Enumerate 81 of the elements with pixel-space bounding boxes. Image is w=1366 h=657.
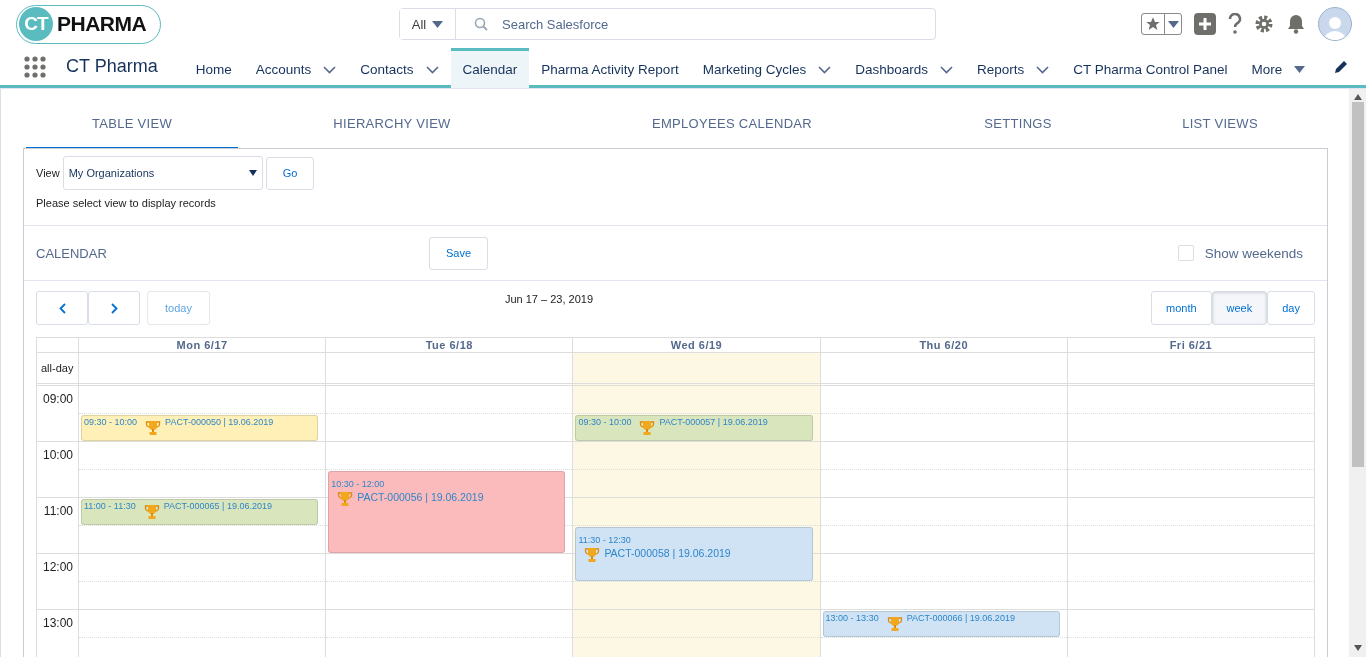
chevron-down-icon — [1036, 65, 1050, 74]
event-time: 09:30 - 10:00 — [84, 417, 138, 427]
calendar-event[interactable]: 13:00 - 13:30 PACT-000066 | 19.06.2019 — [822, 611, 1060, 637]
hour-label: 10:00 — [41, 447, 74, 462]
calendar-event[interactable]: 11:30 - 12:30 PACT-000058 | 19.06.2019 — [575, 527, 813, 581]
scrollbar-thumb[interactable] — [1351, 102, 1364, 467]
nav-tab[interactable]: More — [1239, 48, 1316, 88]
event-time: 11:00 - 11:30 — [84, 501, 136, 511]
show-weekends-checkbox[interactable] — [1177, 245, 1194, 261]
trophy-icon — [143, 504, 160, 520]
go-button[interactable]: Go — [265, 156, 315, 190]
app-launcher-icon[interactable] — [24, 55, 46, 78]
chevron-down-icon — [323, 65, 337, 74]
event-title: PACT-000058 | 19.06.2019 — [604, 547, 731, 559]
nav-tab[interactable]: Dashboards — [843, 48, 965, 88]
nav-tab[interactable]: Marketing Cycles — [690, 48, 844, 88]
trophy-icon — [145, 420, 162, 436]
caret-down-icon — [248, 170, 257, 176]
all-day-label: all-day — [37, 353, 79, 386]
chevron-down-icon — [818, 65, 832, 74]
scroll-up-icon[interactable] — [1353, 94, 1362, 100]
nav-tab[interactable]: Contacts — [348, 48, 451, 88]
view-tab[interactable]: TABLE VIEW — [26, 89, 238, 149]
chevron-down-icon — [425, 65, 439, 74]
event-title: PACT-000057 | 19.06.2019 — [659, 417, 768, 427]
trophy-icon — [886, 616, 903, 632]
event-time: 09:30 - 10:00 — [578, 417, 632, 427]
caret-down-icon — [1294, 66, 1306, 73]
calendar-title: CALENDAR — [36, 245, 108, 261]
event-title: PACT-000066 | 19.06.2019 — [906, 613, 1015, 623]
hour-label: 12:00 — [41, 559, 74, 574]
nav-tab[interactable]: Accounts — [243, 48, 349, 88]
chevron-down-icon — [939, 65, 953, 74]
app-name: CT Pharma — [66, 56, 158, 77]
event-time: 11:30 - 12:30 — [578, 535, 631, 545]
hour-label: 09:00 — [41, 391, 74, 406]
nav-tab[interactable]: Calendar — [450, 48, 530, 88]
help-icon[interactable] — [1228, 13, 1242, 35]
hour-label: 13:00 — [41, 615, 74, 630]
nav-tab[interactable]: Pharma Activity Report — [529, 48, 691, 88]
view-tab[interactable]: SETTINGS — [918, 89, 1118, 149]
logo-badge: CT — [19, 7, 53, 41]
event-time: 13:00 - 13:30 — [825, 613, 879, 623]
view-label: View — [36, 167, 60, 179]
view-tab[interactable]: EMPLOYEES CALENDAR — [546, 89, 918, 149]
logo-text: PHARMA — [57, 12, 147, 36]
plus-icon[interactable] — [1194, 13, 1216, 35]
event-title: PACT-000050 | 19.06.2019 — [165, 417, 274, 427]
star-icon — [1145, 16, 1161, 32]
event-title: PACT-000065 | 19.06.2019 — [163, 501, 272, 511]
trophy-icon — [584, 547, 601, 563]
view-dropdown[interactable]: My Organizations — [62, 156, 263, 190]
calendar-event[interactable]: 11:00 - 11:30 PACT-000065 | 19.06.2019 — [81, 499, 319, 525]
nav-tab[interactable]: CT Pharma Control Panel — [1061, 48, 1240, 88]
scrollbar[interactable] — [1349, 89, 1366, 657]
view-tab[interactable]: HIERARCHY VIEW — [238, 89, 546, 149]
show-weekends-label: Show weekends — [1204, 245, 1303, 261]
date-range: Jun 17 – 23, 2019 — [503, 293, 595, 305]
view-mode-button[interactable]: day — [1267, 291, 1315, 325]
view-tab[interactable]: LIST VIEWS — [1118, 89, 1322, 149]
event-title: PACT-000056 | 19.06.2019 — [357, 491, 484, 503]
chevron-right-icon — [110, 302, 118, 314]
save-button[interactable]: Save — [429, 236, 489, 270]
pencil-icon[interactable] — [1334, 59, 1348, 74]
trophy-icon — [639, 420, 656, 436]
bell-icon[interactable] — [1286, 14, 1306, 34]
view-mode-button[interactable]: week — [1211, 291, 1268, 325]
event-time: 10:30 - 12:00 — [331, 479, 385, 489]
trophy-icon — [337, 491, 354, 507]
hour-label: 11:00 — [42, 503, 74, 518]
nav-tab[interactable]: Reports — [964, 48, 1062, 88]
chevron-left-icon — [58, 302, 66, 314]
calendar-event[interactable]: 09:30 - 10:00 PACT-000057 | 19.06.2019 — [575, 415, 813, 441]
nav-tab[interactable]: Home — [183, 48, 244, 88]
settings-icon[interactable] — [1254, 14, 1274, 34]
scroll-down-icon[interactable] — [1353, 645, 1362, 651]
calendar-event[interactable]: 09:30 - 10:00 PACT-000050 | 19.06.2019 — [81, 415, 319, 441]
view-hint: Please select view to display records — [36, 197, 217, 209]
favorites-button[interactable] — [1141, 13, 1182, 35]
view-mode-button[interactable]: month — [1151, 291, 1212, 325]
caret-down-icon — [1167, 20, 1179, 28]
